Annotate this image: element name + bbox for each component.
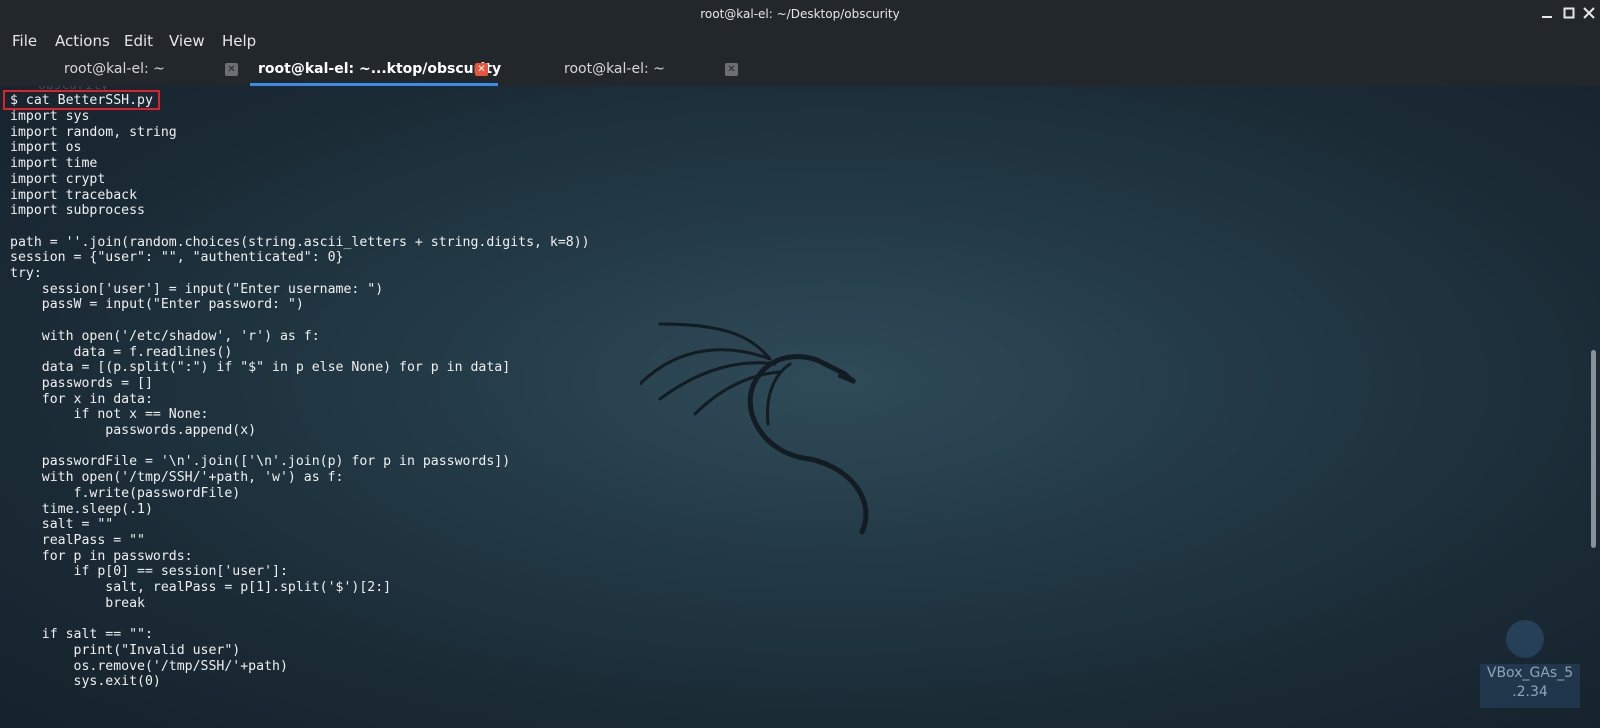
menu-edit[interactable]: Edit bbox=[124, 32, 153, 50]
tab-home-2[interactable]: root@kal-el: ~ ✕ bbox=[500, 56, 748, 86]
code-line: with open('/etc/shadow', 'r') as f: bbox=[10, 328, 320, 344]
desktop-icon-label-line1: VBox_GAs_5 bbox=[1486, 665, 1574, 681]
tab-close-icon[interactable]: ✕ bbox=[725, 63, 738, 76]
tab-label: root@kal-el: ~...ktop/obscurity bbox=[258, 61, 502, 77]
code-line: import os bbox=[10, 140, 82, 156]
code-line: for p in passwords: bbox=[10, 548, 193, 564]
window-title: root@kal-el: ~/Desktop/obscurity bbox=[700, 7, 900, 21]
maximize-icon[interactable] bbox=[1560, 4, 1578, 22]
terminal-scrollbar[interactable] bbox=[1588, 86, 1600, 728]
code-line: sys.exit(0) bbox=[10, 674, 161, 690]
code-line: print("Invalid user") bbox=[10, 642, 241, 658]
minimize-icon[interactable] bbox=[1538, 4, 1556, 22]
tab-home-1[interactable]: root@kal-el: ~ ✕ bbox=[0, 56, 248, 86]
command-prompt: $ cat BetterSSH.py bbox=[10, 93, 153, 108]
code-line: import random, string bbox=[10, 124, 177, 140]
code-line: session['user'] = input("Enter username:… bbox=[10, 281, 384, 297]
code-line: passW = input("Enter password: ") bbox=[10, 297, 304, 313]
code-line: path = ''.join(random.choices(string.asc… bbox=[10, 234, 590, 250]
tab-close-icon[interactable]: ✕ bbox=[225, 63, 238, 76]
code-line: session = {"user": "", "authenticated": … bbox=[10, 250, 344, 266]
code-line: realPass = "" bbox=[10, 532, 145, 548]
code-line: data = f.readlines() bbox=[10, 344, 233, 360]
code-line: os.remove('/tmp/SSH/'+path) bbox=[10, 658, 288, 674]
code-line: try: bbox=[10, 266, 42, 282]
desktop-icon-label[interactable]: VBox_GAs_5 .2.34 bbox=[1480, 664, 1580, 708]
menu-actions[interactable]: Actions bbox=[55, 32, 110, 50]
code-line: salt = "" bbox=[10, 517, 114, 533]
code-line: break bbox=[10, 595, 145, 611]
menu-bar: File Actions Edit View Help bbox=[0, 28, 1600, 56]
tab-bar: root@kal-el: ~ ✕ root@kal-el: ~...ktop/o… bbox=[0, 56, 1600, 86]
tab-close-icon[interactable]: ✕ bbox=[475, 63, 488, 76]
code-line: if p[0] == session['user']: bbox=[10, 564, 288, 580]
code-line: salt, realPass = p[1].split('$')[2:] bbox=[10, 580, 392, 596]
code-line: data = [(p.split(":") if "$" in p else N… bbox=[10, 360, 511, 376]
code-line: passwords = [] bbox=[10, 375, 153, 391]
code-line: for x in data: bbox=[10, 391, 153, 407]
code-line: if not x == None: bbox=[10, 407, 209, 423]
disc-icon[interactable] bbox=[1506, 620, 1544, 658]
code-line: import time bbox=[10, 156, 98, 172]
close-icon[interactable] bbox=[1580, 4, 1598, 22]
code-line: if salt == "": bbox=[10, 627, 153, 643]
code-line: passwordFile = '\n'.join(['\n'.join(p) f… bbox=[10, 454, 511, 470]
terminal-output[interactable]: obscurity $ cat BetterSSH.py import sysi… bbox=[0, 86, 1600, 728]
code-line: import traceback bbox=[10, 187, 138, 203]
code-line: time.sleep(.1) bbox=[10, 501, 153, 517]
tab-label: root@kal-el: ~ bbox=[564, 61, 665, 77]
code-line: with open('/tmp/SSH/'+path, 'w') as f: bbox=[10, 470, 344, 486]
tab-label: root@kal-el: ~ bbox=[64, 61, 165, 77]
tab-obscurity[interactable]: root@kal-el: ~...ktop/obscurity ✕ bbox=[250, 56, 502, 86]
menu-file[interactable]: File bbox=[12, 32, 37, 50]
menu-view[interactable]: View bbox=[169, 32, 205, 50]
code-line: passwords.append(x) bbox=[10, 423, 257, 439]
menu-help[interactable]: Help bbox=[222, 32, 256, 50]
kali-dragon-logo bbox=[640, 322, 869, 535]
code-line: import crypt bbox=[10, 171, 106, 187]
desktop-icon-label-line2: .2.34 bbox=[1512, 684, 1548, 700]
file-contents: import sys import random, string import os… bbox=[10, 109, 590, 690]
code-line: import sys bbox=[10, 109, 90, 124]
window-titlebar[interactable]: root@kal-el: ~/Desktop/obscurity bbox=[0, 0, 1600, 28]
code-line: f.write(passwordFile) bbox=[10, 485, 241, 501]
code-line: import subprocess bbox=[10, 203, 145, 219]
scrollbar-thumb[interactable] bbox=[1591, 350, 1596, 548]
